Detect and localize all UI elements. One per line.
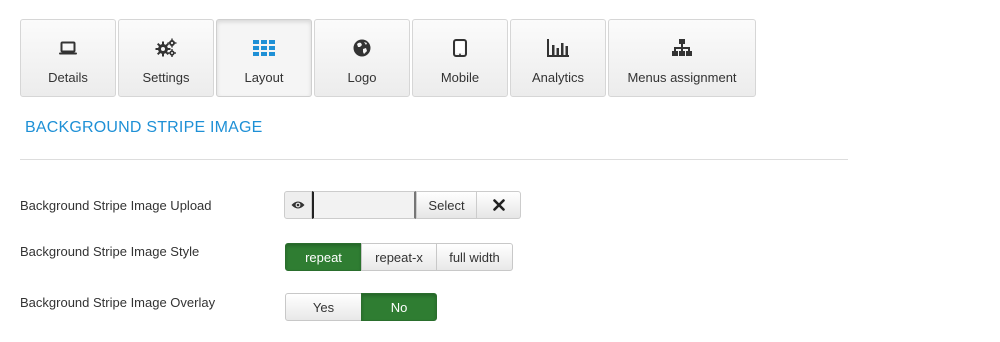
select-button[interactable]: Select xyxy=(416,191,477,219)
close-icon xyxy=(492,199,505,211)
tab-label: Details xyxy=(48,70,88,85)
template-settings-page: Details Settings Layout Logo Mobile Anal… xyxy=(0,0,1000,342)
globe-icon xyxy=(350,38,374,58)
section-title: BACKGROUND STRIPE IMAGE xyxy=(25,119,263,136)
overlay-button-group: Yes No xyxy=(285,293,437,321)
style-option-repeat-x[interactable]: repeat-x xyxy=(361,243,437,271)
tab-details[interactable]: Details xyxy=(20,19,116,97)
tab-analytics[interactable]: Analytics xyxy=(510,19,606,97)
sitemap-icon xyxy=(670,38,694,58)
grid-icon xyxy=(252,38,276,58)
tab-label: Layout xyxy=(244,70,284,85)
tab-settings[interactable]: Settings xyxy=(118,19,214,97)
tab-label: Menus assignment xyxy=(627,70,737,85)
laptop-icon xyxy=(56,38,80,58)
bar-chart-icon xyxy=(546,38,570,58)
tab-bar: Details Settings Layout Logo Mobile Anal… xyxy=(20,19,758,97)
image-path-input[interactable] xyxy=(312,191,416,219)
divider xyxy=(20,159,848,160)
tab-logo[interactable]: Logo xyxy=(314,19,410,97)
tab-label: Settings xyxy=(142,70,190,85)
style-option-repeat[interactable]: repeat xyxy=(285,243,362,271)
tab-label: Mobile xyxy=(440,70,480,85)
overlay-option-no[interactable]: No xyxy=(361,293,437,321)
tab-label: Logo xyxy=(347,70,377,85)
overlay-label: Background Stripe Image Overlay xyxy=(20,295,216,310)
eye-icon[interactable] xyxy=(284,191,312,219)
clear-button[interactable] xyxy=(477,191,521,219)
cogs-icon xyxy=(154,38,178,58)
style-option-full-width[interactable]: full width xyxy=(436,243,513,271)
tab-layout[interactable]: Layout xyxy=(216,19,312,97)
tablet-icon xyxy=(448,38,472,58)
overlay-option-yes[interactable]: Yes xyxy=(285,293,362,321)
media-field: Select xyxy=(284,191,521,219)
tab-mobile[interactable]: Mobile xyxy=(412,19,508,97)
tab-menus-assignment[interactable]: Menus assignment xyxy=(608,19,756,97)
style-button-group: repeat repeat-x full width xyxy=(285,243,513,271)
style-label: Background Stripe Image Style xyxy=(20,244,200,259)
upload-label: Background Stripe Image Upload xyxy=(20,198,212,213)
tab-label: Analytics xyxy=(531,70,585,85)
